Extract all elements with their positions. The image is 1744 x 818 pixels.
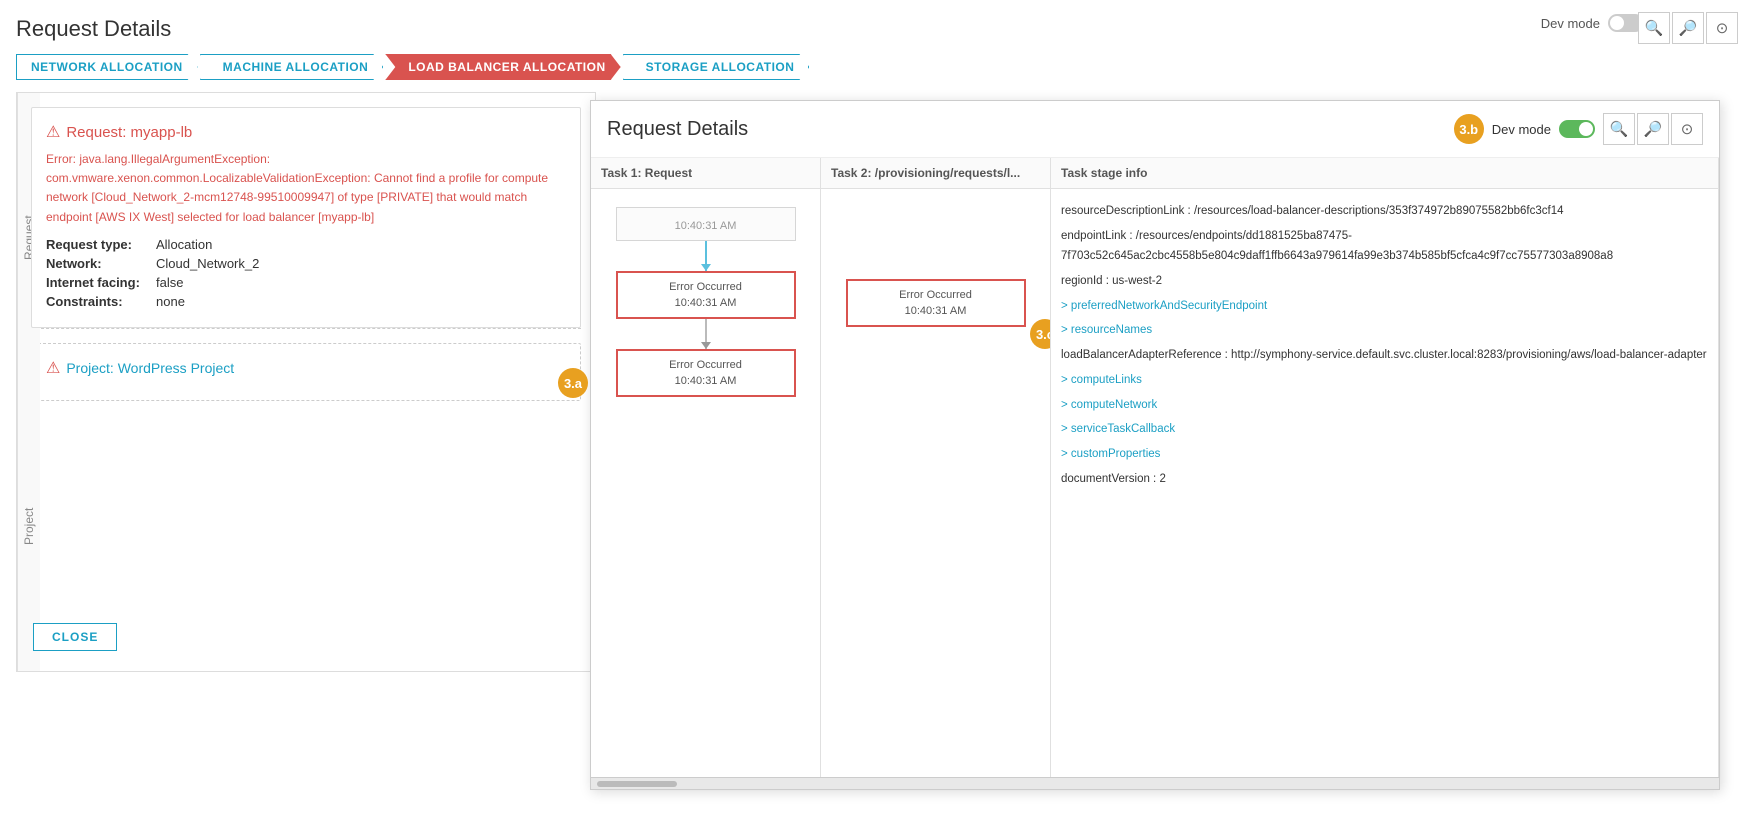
task1-box2-time: 10:40:31 AM [628, 375, 784, 387]
stage-expandable-5[interactable]: customProperties [1061, 442, 1708, 467]
task2-flow: 3.c Error Occurred 10:40:31 AM [821, 269, 1050, 337]
overlay-dev-mode-toggle[interactable] [1559, 120, 1595, 138]
annotation-3a-badge: 3.a [558, 368, 588, 398]
task2-box0-title: Error Occurred [858, 289, 1014, 301]
overlay-dev-mode-label: Dev mode [1492, 122, 1551, 137]
task1-box2-title: Error Occurred [628, 359, 784, 371]
task1-flow: 10:40:31 AM Error Occurred 10:40:31 AM E… [591, 189, 820, 407]
stage-expandable-3[interactable]: computeNetwork [1061, 393, 1708, 418]
dev-mode-row: Dev mode [1541, 14, 1644, 32]
breadcrumb-network[interactable]: NETWORK ALLOCATION [16, 54, 198, 80]
request-section: 3.a ⚠ Request: myapp-lb Error: java.lang… [31, 107, 581, 328]
breadcrumb-machine[interactable]: MACHINE ALLOCATION [200, 54, 384, 80]
task1-arrow1 [705, 241, 707, 271]
task-col-1: Task 1: Request 10:40:31 AM Error Occurr… [591, 158, 821, 777]
stage-line-0: resourceDescriptionLink : /resources/loa… [1061, 199, 1708, 224]
stage-expandable-1[interactable]: resourceNames [1061, 318, 1708, 343]
task-col-1-header: Task 1: Request [591, 158, 820, 189]
overlay-zoom-in-button[interactable]: 🔍 [1603, 113, 1635, 145]
page-title: Request Details [16, 16, 1728, 42]
overlay-dev-row: 3.b Dev mode 🔍 🔎 ⊙ [1454, 113, 1703, 145]
overlay-hscroll-thumb [597, 781, 677, 787]
overlay-title: Request Details [607, 118, 748, 141]
task1-arrow2 [705, 319, 707, 349]
task1-box0-time: 10:40:31 AM [627, 220, 785, 232]
annotation-3c-badge: 3.c [1030, 319, 1051, 349]
task-col-2-header: Task 2: /provisioning/requests/l... [821, 158, 1050, 189]
task-stage-info: resourceDescriptionLink : /resources/loa… [1061, 199, 1708, 491]
zoom-reset-button[interactable]: ⊙ [1706, 12, 1738, 44]
info-network: Network: Cloud_Network_2 [46, 256, 566, 271]
overlay-zoom-buttons: 🔍 🔎 ⊙ [1603, 113, 1703, 145]
close-button[interactable]: CLOSE [33, 623, 117, 651]
overlay-zoom-fit-button[interactable]: 🔎 [1637, 113, 1669, 145]
breadcrumb-row: NETWORK ALLOCATION MACHINE ALLOCATION LO… [16, 54, 1728, 80]
outer-page: Request Details NETWORK ALLOCATION MACHI… [0, 0, 1744, 818]
zoom-in-button[interactable]: 🔍 [1638, 12, 1670, 44]
info-internet-facing: Internet facing: false [46, 275, 566, 290]
task1-box1-title: Error Occurred [628, 281, 784, 293]
request-info-table: Request type: Allocation Network: Cloud_… [46, 237, 566, 309]
task1-box-1[interactable]: Error Occurred 10:40:31 AM [616, 271, 796, 319]
zoom-buttons: 🔍 🔎 ⊙ [1638, 12, 1738, 44]
task1-box-2[interactable]: Error Occurred 10:40:31 AM [616, 349, 796, 397]
project-section: ⚠ Project: WordPress Project [31, 343, 581, 401]
stage-line-2: regionId : us-west-2 [1061, 269, 1708, 294]
task-stage-info-col: Task stage info resourceDescriptionLink … [1051, 158, 1719, 777]
task-stage-header: Task stage info [1051, 158, 1718, 189]
request-title: ⚠ Request: myapp-lb [46, 122, 566, 142]
annotation-3b-badge: 3.b [1454, 114, 1484, 144]
left-panel: Request Project 3.a ⚠ Request: myapp-lb … [16, 92, 596, 672]
task1-box1-time: 10:40:31 AM [628, 297, 784, 309]
task2-box-0[interactable]: Error Occurred 10:40:31 AM [846, 279, 1026, 327]
section-divider [31, 328, 581, 329]
stage-line-10: documentVersion : 2 [1061, 467, 1708, 492]
stage-expandable-0[interactable]: preferredNetworkAndSecurityEndpoint [1061, 294, 1708, 319]
project-error-icon: ⚠ [46, 358, 60, 378]
error-icon: ⚠ [46, 122, 60, 142]
project-title-row: ⚠ Project: WordPress Project [46, 358, 566, 378]
right-overlay-panel: Request Details 3.b Dev mode 🔍 🔎 ⊙ [590, 100, 1720, 790]
stage-expandable-2[interactable]: computeLinks [1061, 368, 1708, 393]
task2-box0-time: 10:40:31 AM [858, 305, 1014, 317]
dev-mode-label: Dev mode [1541, 16, 1600, 31]
overlay-hscroll[interactable] [591, 777, 1719, 789]
info-constraints: Constraints: none [46, 294, 566, 309]
info-request-type: Request type: Allocation [46, 237, 566, 252]
breadcrumb-loadbalancer[interactable]: LOAD BALANCER ALLOCATION [385, 54, 620, 80]
stage-expandable-4[interactable]: serviceTaskCallback [1061, 417, 1708, 442]
overlay-body: Task 1: Request 10:40:31 AM Error Occurr… [591, 158, 1719, 777]
zoom-fit-button[interactable]: 🔎 [1672, 12, 1704, 44]
stage-line-1: endpointLink : /resources/endpoints/dd18… [1061, 224, 1708, 269]
error-text: Error: java.lang.IllegalArgumentExceptio… [46, 150, 566, 227]
breadcrumb-storage[interactable]: STORAGE ALLOCATION [623, 54, 810, 80]
overlay-header: Request Details 3.b Dev mode 🔍 🔎 ⊙ [591, 101, 1719, 158]
overlay-toggle-knob [1579, 122, 1593, 136]
toggle-knob [1610, 16, 1624, 30]
stage-line-5: loadBalancerAdapterReference : http://sy… [1061, 343, 1708, 368]
task1-box-0[interactable]: 10:40:31 AM [616, 207, 796, 241]
overlay-zoom-reset-button[interactable]: ⊙ [1671, 113, 1703, 145]
task-col-2: Task 2: /provisioning/requests/l... 3.c … [821, 158, 1051, 777]
